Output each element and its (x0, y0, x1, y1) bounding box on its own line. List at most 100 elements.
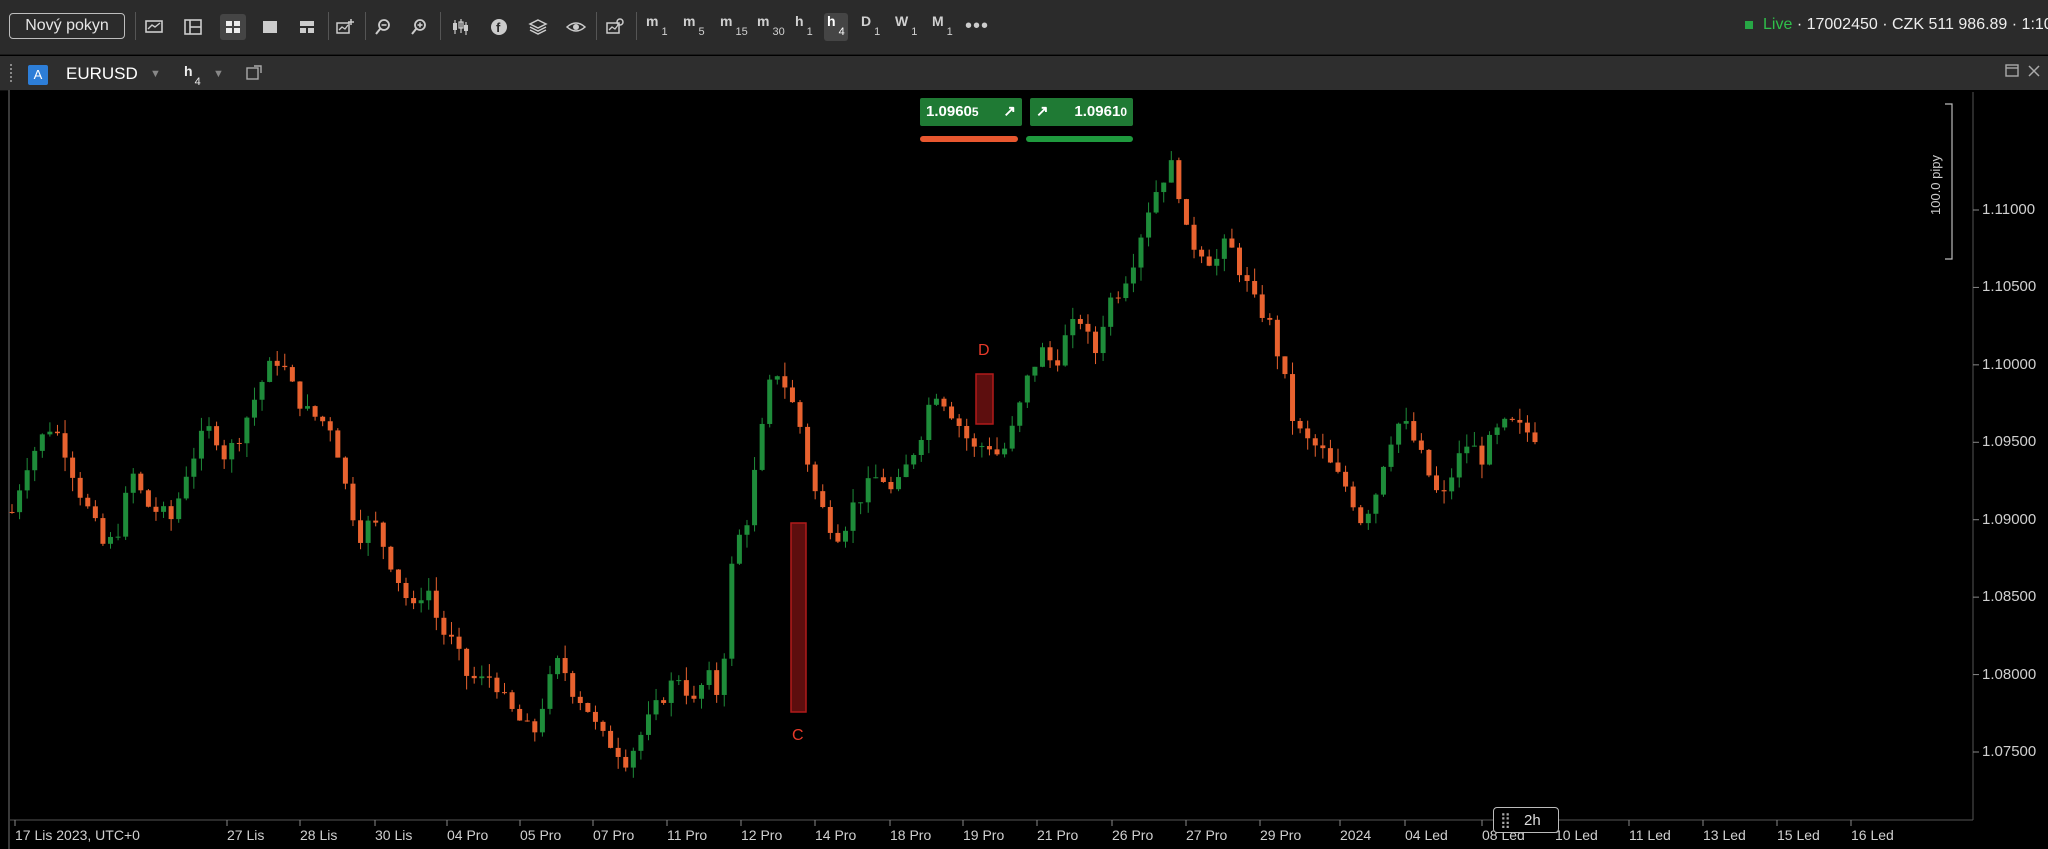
candle-up (183, 476, 189, 499)
candle-down (714, 670, 720, 695)
pips-label: 100.0 pipy (1928, 155, 1943, 215)
candle-down (805, 426, 811, 465)
candle-down (448, 634, 454, 637)
price-tick-label: 1.11000 (1982, 201, 2036, 218)
candle-down (986, 446, 992, 450)
candle-up (539, 708, 545, 733)
candle-down (1358, 507, 1364, 524)
time-tick-label: 13 Led (1703, 827, 1746, 843)
candle-up (1214, 258, 1220, 266)
candle-down (1206, 256, 1212, 266)
candle-up (630, 750, 636, 768)
candle-up (1388, 444, 1394, 467)
candle-up (479, 676, 485, 679)
candle-down (1509, 418, 1515, 420)
time-tick-label: 26 Pro (1112, 827, 1154, 843)
candle-down (1312, 438, 1318, 446)
candle-up (176, 498, 182, 520)
candle-down (1343, 471, 1349, 487)
candle-up (426, 590, 432, 601)
candle-up (850, 502, 856, 531)
candle-up (858, 502, 864, 504)
candle-up (1396, 423, 1402, 445)
time-tick-label: 29 Pro (1260, 827, 1302, 843)
price-ticks (1973, 209, 1979, 753)
candle-down (214, 426, 220, 446)
candle-up (1002, 448, 1008, 455)
candle-down (395, 569, 401, 583)
candle-up (744, 525, 750, 535)
sell-volume-bar (920, 136, 1018, 142)
candle-down (1297, 420, 1303, 429)
candle-timer[interactable]: ⣿ 2h (1493, 807, 1559, 833)
candle-down (62, 433, 68, 458)
candle-up (736, 534, 742, 564)
candle-up (1471, 445, 1477, 447)
candle-down (320, 416, 326, 422)
candle-down (888, 481, 894, 490)
candle-down (289, 367, 295, 382)
candle-down (1236, 247, 1242, 276)
candle-down (1532, 432, 1538, 443)
candle-down (949, 406, 955, 419)
candle-up (1153, 192, 1159, 213)
candle-down (1411, 421, 1417, 441)
candle-down (994, 449, 1000, 455)
candle-up (206, 426, 212, 431)
candle-up (1130, 267, 1136, 284)
candle-up (191, 458, 197, 477)
price-tick-label: 1.10500 (1982, 278, 2037, 296)
time-tick-label: 10 Led (1555, 827, 1598, 843)
candle-down (532, 721, 538, 733)
candle-up (911, 454, 917, 465)
candle-up (1380, 466, 1386, 495)
candle-down (297, 381, 303, 409)
candle-up (668, 680, 674, 703)
candle-down (1320, 445, 1326, 449)
candle-up (1100, 326, 1106, 354)
candle-up (1373, 494, 1379, 514)
candle-up (1062, 335, 1068, 366)
candle-down (433, 590, 439, 618)
candle-down (524, 720, 530, 722)
candle-down (312, 406, 318, 417)
candle-up (115, 536, 121, 538)
candle-up (1464, 446, 1470, 454)
candle-down (335, 430, 341, 458)
candle-down (608, 730, 614, 748)
sell-price-button[interactable]: 1.09605 ↗ (920, 98, 1022, 126)
candle-up (752, 469, 758, 526)
candle-up (873, 477, 879, 479)
candle-down (327, 421, 333, 431)
candle-up (1161, 182, 1167, 193)
price-tick-label: 1.08500 (1982, 588, 2037, 606)
candle-down (100, 518, 106, 544)
candle-up (555, 658, 561, 675)
candle-down (92, 506, 98, 519)
buy-price-button[interactable]: ↗ 1.09610 (1030, 98, 1133, 126)
highlight-zone-d (975, 373, 994, 425)
candlestick-chart[interactable] (0, 0, 2048, 849)
candle-up (638, 734, 644, 751)
time-tick-label: 2024 (1340, 827, 1372, 843)
candle-up (229, 442, 235, 460)
price-tick-label: 1.09000 (1982, 510, 2037, 528)
candle-up (865, 478, 871, 503)
candle-down (373, 520, 379, 523)
time-tick-label: 17 Lis 2023, UTC+0 (15, 827, 140, 843)
candle-up (918, 440, 924, 455)
candle-up (1108, 297, 1114, 327)
candle-up (161, 506, 167, 512)
time-tick-label: 19 Pro (963, 827, 1005, 843)
candle-down (1191, 224, 1197, 250)
candle-down (1229, 238, 1235, 248)
candle-up (979, 446, 985, 448)
candle-up (108, 536, 114, 544)
candle-up (1449, 477, 1455, 492)
candle-up (1146, 212, 1152, 238)
candle-down (1305, 428, 1311, 439)
candle-up (1221, 238, 1227, 259)
candle-up (1168, 160, 1174, 183)
candle-down (502, 692, 508, 694)
candle-down (797, 402, 803, 427)
